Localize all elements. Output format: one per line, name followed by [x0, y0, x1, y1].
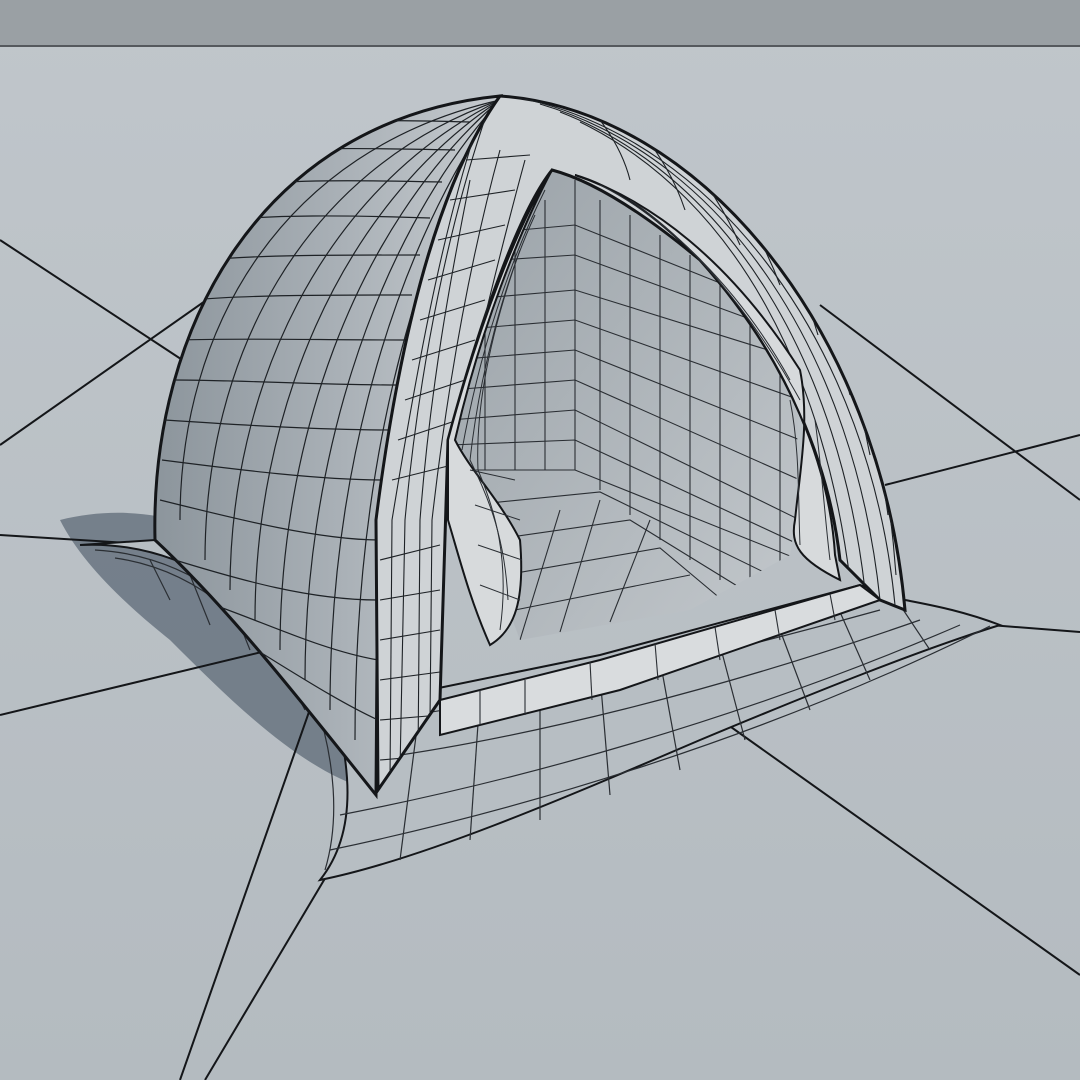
tent-wireframe-render — [0, 0, 1080, 1080]
render-viewport — [0, 0, 1080, 1080]
horizon-band — [0, 0, 1080, 46]
